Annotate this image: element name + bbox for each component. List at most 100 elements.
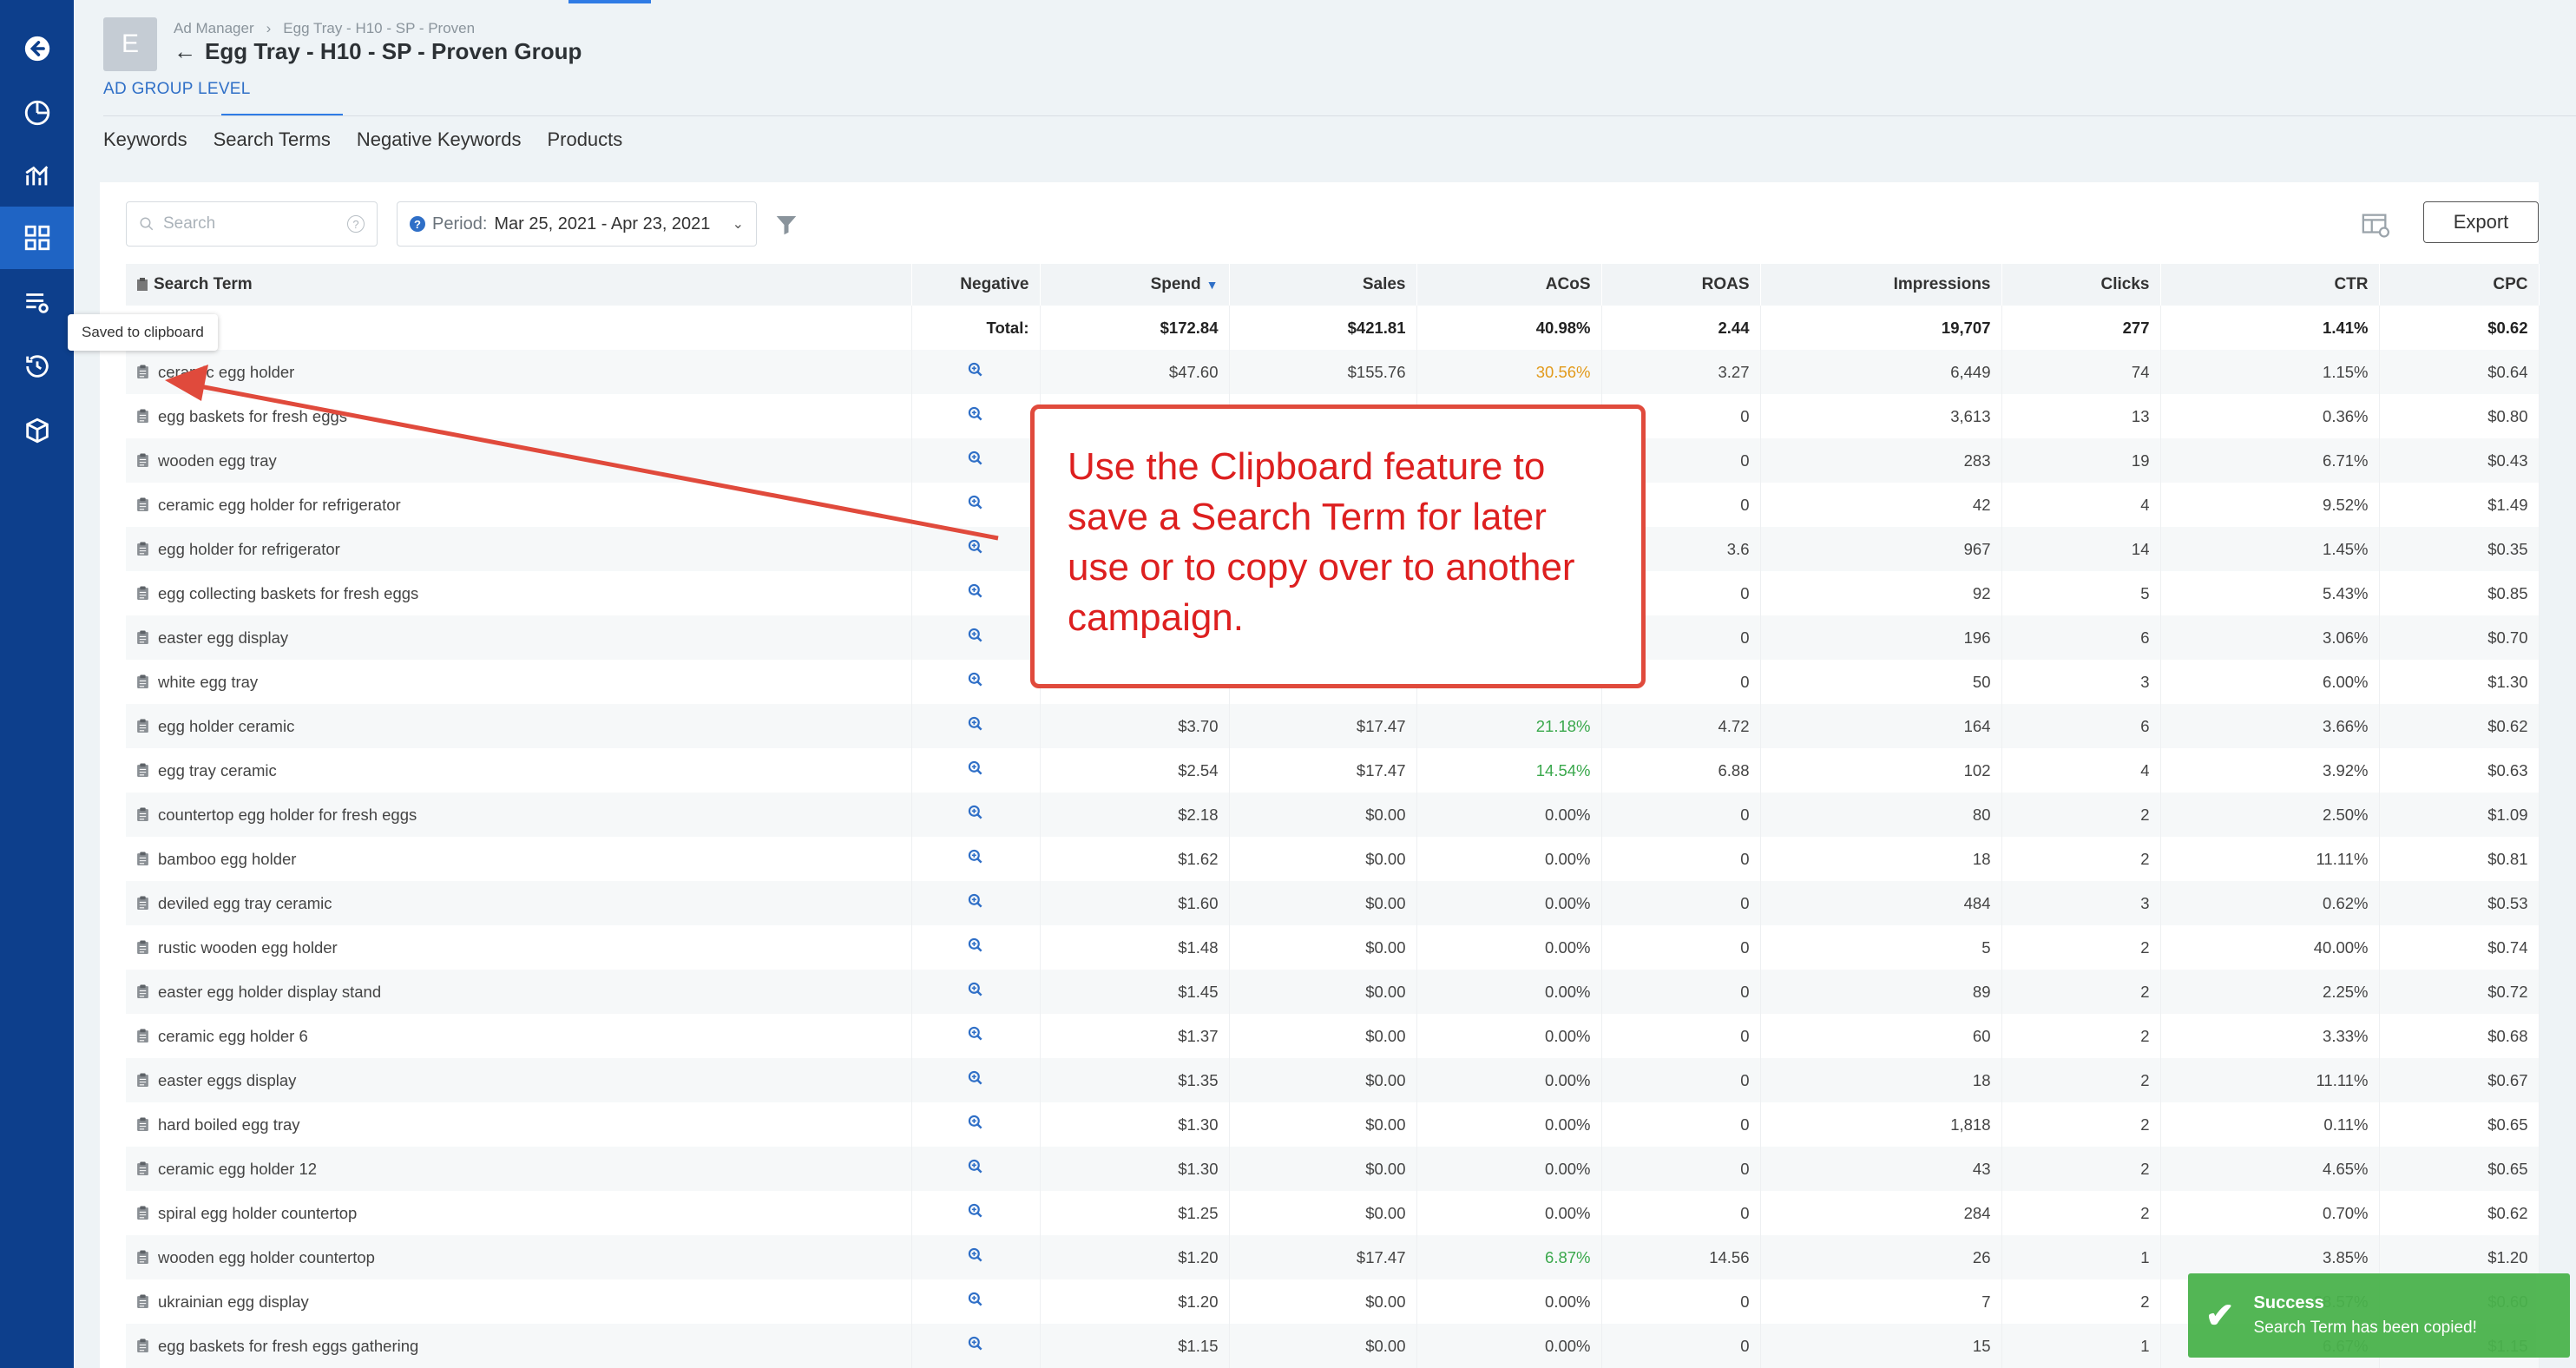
spend-cell: $1.20 [1040,1279,1230,1324]
clipboard-icon[interactable] [136,1029,149,1043]
magnify-icon[interactable] [967,937,984,954]
magnify-icon[interactable] [967,1246,984,1264]
search-term-text: ceramic egg holder 6 [158,1026,308,1045]
clipboard-icon[interactable] [136,1294,149,1309]
column-header-sales[interactable]: Sales [1229,264,1417,306]
clipboard-icon[interactable] [136,586,149,601]
filter-icon[interactable] [773,212,799,238]
negative-cell [911,571,1041,615]
magnify-icon[interactable] [967,627,984,644]
export-button[interactable]: Export [2423,201,2539,243]
period-select[interactable]: ? Period: Mar 25, 2021 - Apr 23, 2021 ⌄ [397,201,757,247]
sidebar-item-ad-manager[interactable] [0,207,74,269]
clicks-cell: 4 [2001,483,2161,527]
magnify-icon[interactable] [967,715,984,733]
help-icon[interactable]: ? [347,215,365,233]
clipboard-icon[interactable] [136,852,149,866]
magnify-icon[interactable] [967,848,984,865]
column-header-ctr[interactable]: CTR [2160,264,2380,306]
negative-cell [911,1058,1041,1102]
sidebar-back-button[interactable] [0,17,74,80]
magnify-icon[interactable] [967,1114,984,1131]
clipboard-icon[interactable] [136,1338,149,1353]
search-input[interactable]: Search ? [126,201,378,247]
cpc-cell: $0.85 [2379,571,2540,615]
clipboard-icon[interactable] [136,542,149,556]
clipboard-icon[interactable] [136,1206,149,1220]
clipboard-icon[interactable] [136,719,149,733]
sidebar-item-products[interactable] [0,399,74,462]
magnify-icon[interactable] [967,1202,984,1220]
clipboard-icon[interactable] [136,807,149,822]
clipboard-icon[interactable] [136,763,149,778]
breadcrumb-campaign[interactable]: Egg Tray - H10 - SP - Proven [283,20,475,37]
total-clicks: 277 [2001,306,2161,350]
spend-cell: $2.18 [1040,793,1230,837]
tab-keywords[interactable]: Keywords [103,128,187,151]
search-term-cell: bamboo egg holder [126,837,912,881]
magnify-icon[interactable] [967,981,984,998]
magnify-icon[interactable] [967,1025,984,1042]
column-header-cpc[interactable]: CPC [2379,264,2540,306]
breadcrumb: Ad Manager › Egg Tray - H10 - SP - Prove… [174,20,475,37]
tab-search-terms[interactable]: Search Terms [214,128,331,151]
column-header-clicks[interactable]: Clicks [2001,264,2161,306]
magnify-icon[interactable] [967,1335,984,1352]
tab-negative-keywords[interactable]: Negative Keywords [357,128,522,151]
column-header-spend[interactable]: Spend ▼ [1040,264,1230,306]
magnify-icon[interactable] [967,804,984,821]
tab-products[interactable]: Products [547,128,622,151]
magnify-icon[interactable] [967,538,984,556]
search-term-text: white egg tray [158,672,259,691]
clipboard-icon[interactable] [136,1117,149,1132]
back-arrow-icon[interactable]: ← [174,38,196,65]
search-term-cell: egg collecting baskets for fresh eggs [126,571,912,615]
acos-cell: 0.00% [1416,1014,1602,1058]
clipboard-icon[interactable] [136,674,149,689]
column-header-negative[interactable]: Negative [911,264,1041,306]
cpc-cell: $0.53 [2379,881,2540,925]
clipboard-icon[interactable] [136,365,149,379]
search-term-cell: easter eggs display [126,1058,912,1102]
magnify-icon[interactable] [967,1069,984,1087]
magnify-icon[interactable] [967,760,984,777]
sidebar-item-analytics[interactable] [0,144,74,207]
magnify-icon[interactable] [967,671,984,688]
clipboard-icon[interactable] [136,984,149,999]
clipboard-icon[interactable] [136,940,149,955]
clipboard-icon[interactable] [136,1073,149,1088]
breadcrumb-ad-manager[interactable]: Ad Manager [174,20,254,37]
clipboard-icon[interactable] [136,453,149,468]
clipboard-icon[interactable] [136,1161,149,1176]
magnify-icon[interactable] [967,450,984,467]
column-header-acos[interactable]: ACoS [1416,264,1602,306]
clipboard-icon[interactable] [136,1250,149,1265]
impressions-cell: 196 [1760,615,2002,660]
magnify-icon[interactable] [967,892,984,910]
impressions-cell: 60 [1760,1014,2002,1058]
column-header-roas[interactable]: ROAS [1601,264,1761,306]
clipboard-icon[interactable] [136,497,149,512]
sidebar-item-history[interactable] [0,335,74,398]
column-header-impressions[interactable]: Impressions [1760,264,2002,306]
search-term-cell: easter egg holder display stand [126,970,912,1014]
table-row: ceramic egg holder 12 $1.30 $0.00 0.00% 0 43 2… [126,1147,2540,1191]
clipboard-icon[interactable] [136,896,149,911]
magnify-icon[interactable] [967,494,984,511]
sidebar-item-dashboard[interactable] [0,82,74,144]
clipboard-icon[interactable] [136,630,149,645]
magnify-icon[interactable] [967,1291,984,1308]
columns-settings-icon[interactable] [2361,210,2390,240]
impressions-cell: 5 [1760,925,2002,970]
column-header-search-term[interactable]: Search Term [126,264,912,306]
magnify-icon[interactable] [967,1158,984,1175]
sidebar-item-rules[interactable] [0,271,74,333]
avatar: E [103,17,157,71]
roas-cell: 0 [1601,925,1761,970]
magnify-icon[interactable] [967,405,984,423]
acos-cell: 0.00% [1416,1058,1602,1102]
clipboard-icon[interactable] [136,409,149,424]
magnify-icon[interactable] [967,361,984,378]
analytics-icon [24,166,48,186]
magnify-icon[interactable] [967,582,984,600]
